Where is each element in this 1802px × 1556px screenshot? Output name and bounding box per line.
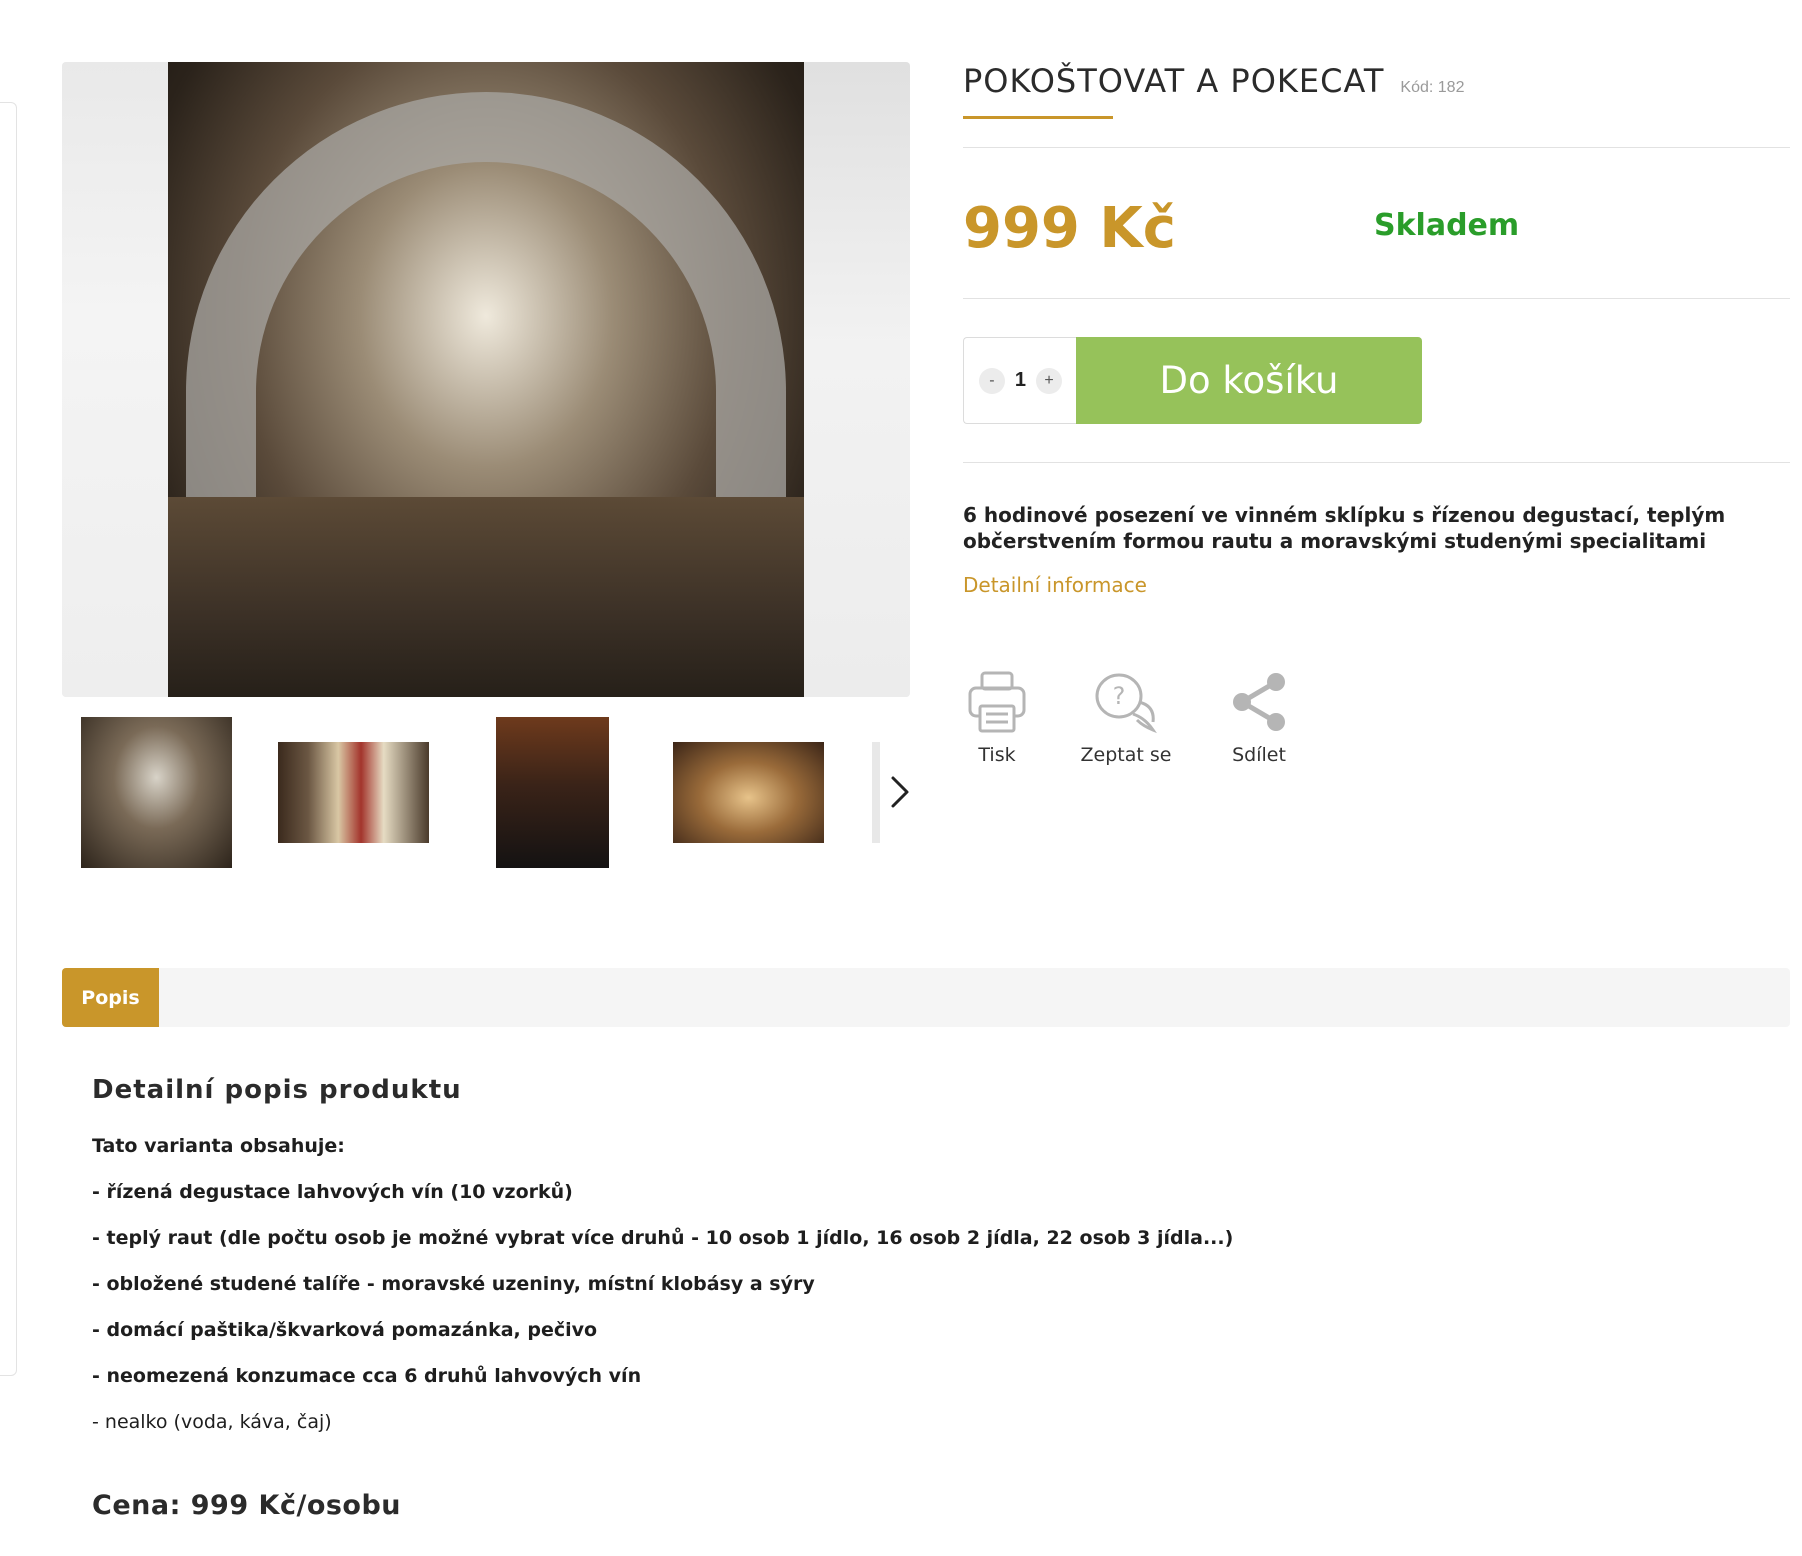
add-to-cart-button[interactable]: Do košíku [1076, 337, 1422, 424]
thumbnail-strip [62, 715, 910, 870]
description-line: - obložené studené talíře - moravské uze… [92, 1273, 815, 1295]
detail-info-link[interactable]: Detailní informace [963, 573, 1147, 597]
product-title-row: POKOŠTOVAT A POKECAT Kód: 182 [963, 62, 1464, 100]
print-label: Tisk [978, 744, 1016, 766]
thumbnail-wine-bottles[interactable] [278, 742, 429, 843]
availability-status: Skladem [1374, 208, 1520, 243]
share-button[interactable]: Sdílet [1225, 670, 1293, 766]
divider [963, 147, 1790, 148]
quantity-stepper: - 1 + [963, 337, 1077, 424]
price-per-person: Cena: 999 Kč/osobu [92, 1490, 402, 1521]
quantity-input[interactable]: 1 [1015, 369, 1026, 392]
thumbnail-next-button[interactable] [882, 765, 918, 819]
product-tabs: Popis [62, 968, 1790, 1027]
quantity-increase-button[interactable]: + [1036, 367, 1062, 394]
svg-text:?: ? [1113, 682, 1126, 710]
description-line: Tato varianta obsahuje: [92, 1135, 345, 1157]
description-line: - neomezená konzumace cca 6 druhů lahvov… [92, 1365, 642, 1387]
product-code: Kód: 182 [1400, 79, 1465, 96]
divider [963, 462, 1790, 463]
description-line: - řízená degustace lahvových vín (10 vzo… [92, 1181, 573, 1203]
short-description: 6 hodinové posezení ve vinném sklípku s … [963, 503, 1726, 553]
quantity-decrease-button[interactable]: - [978, 367, 1005, 394]
description-line: - teplý raut (dle počtu osob je možné vy… [92, 1227, 1234, 1249]
tab-description[interactable]: Popis [62, 968, 159, 1027]
thumbnail-wine-cellar[interactable] [81, 717, 232, 868]
cellar-table [168, 497, 804, 697]
left-sidebar-edge [0, 102, 17, 1376]
title-underline [963, 116, 1113, 119]
share-label: Sdílet [1232, 744, 1286, 766]
main-image-blur-right [804, 62, 910, 697]
ask-question-button[interactable]: ? Zeptat se [1078, 670, 1174, 766]
print-button[interactable]: Tisk [964, 670, 1030, 766]
main-product-image[interactable] [62, 62, 910, 697]
share-icon [1233, 673, 1285, 731]
main-image-blur-left [62, 62, 168, 697]
description-heading: Detailní popis produktu [92, 1075, 462, 1105]
ask-question-label: Zeptat se [1080, 744, 1172, 766]
divider [963, 298, 1790, 299]
cellar-arch [186, 92, 786, 512]
description-line: - domácí paštika/škvarková pomazánka, pe… [92, 1319, 598, 1341]
question-bubble-icon: ? [1095, 673, 1157, 734]
thumbnail-people[interactable] [496, 717, 609, 868]
wine-cellar-photo [168, 62, 804, 697]
printer-icon [968, 671, 1026, 733]
product-price: 999 Kč [963, 196, 1176, 261]
chevron-right-icon [891, 776, 909, 808]
thumbnail-partial[interactable] [872, 742, 880, 843]
thumbnail-cellar-table[interactable] [673, 742, 824, 843]
product-title: POKOŠTOVAT A POKECAT [963, 62, 1385, 100]
description-line: - nealko (voda, káva, čaj) [92, 1411, 332, 1433]
